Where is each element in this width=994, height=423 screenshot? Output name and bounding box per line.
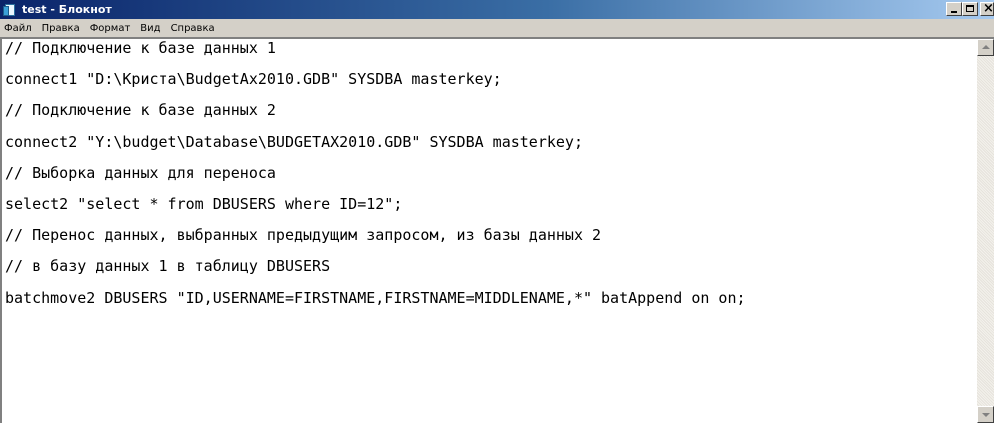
notepad-window: test - Блокнот × Файл Правка Формат Вид … (0, 0, 994, 423)
notepad-icon[interactable] (3, 3, 17, 17)
minimize-button[interactable] (946, 2, 962, 16)
editor-text-area[interactable]: // Подключение к базе данных 1 connect1 … (5, 39, 975, 423)
editor-line: select2 "select * from DBUSERS where ID=… (5, 194, 403, 213)
editor-line: connect2 "Y:\budget\Database\BUDGETAX201… (5, 132, 583, 151)
text-editor[interactable]: // Подключение к базе данных 1 connect1 … (0, 37, 994, 423)
scroll-down-button[interactable] (977, 406, 994, 423)
editor-line: // Подключение к базе данных 2 (5, 101, 276, 120)
menu-file[interactable]: Файл (0, 23, 37, 34)
arrow-down-icon (982, 413, 990, 417)
menu-format[interactable]: Формат (85, 23, 136, 34)
vertical-scrollbar[interactable] (977, 39, 994, 423)
menu-help[interactable]: Справка (166, 23, 220, 34)
editor-line: batchmove2 DBUSERS "ID,USERNAME=FIRSTNAM… (5, 288, 746, 307)
title-bar[interactable]: test - Блокнот × (0, 0, 994, 19)
editor-line: // в базу данных 1 в таблицу DBUSERS (5, 257, 331, 276)
menu-edit[interactable]: Правка (37, 23, 85, 34)
menu-bar: Файл Правка Формат Вид Справка (0, 19, 994, 37)
window-title: test - Блокнот (22, 3, 112, 16)
editor-line: // Перенос данных, выбранных предыдущим … (5, 226, 602, 245)
editor-line: // Выборка данных для переноса (5, 163, 276, 182)
close-icon: × (983, 1, 994, 16)
editor-line: connect1 "D:\Криста\BudgetAx2010.GDB" SY… (5, 70, 502, 89)
menu-view[interactable]: Вид (135, 23, 165, 34)
close-button[interactable]: × (980, 1, 994, 16)
maximize-icon (966, 5, 974, 12)
editor-line: // Подключение к базе данных 1 (5, 39, 276, 57)
arrow-up-icon (982, 45, 990, 49)
minimize-icon (951, 11, 957, 13)
scroll-up-button[interactable] (977, 39, 994, 56)
maximize-button[interactable] (962, 2, 978, 16)
window-controls: × (946, 1, 994, 16)
